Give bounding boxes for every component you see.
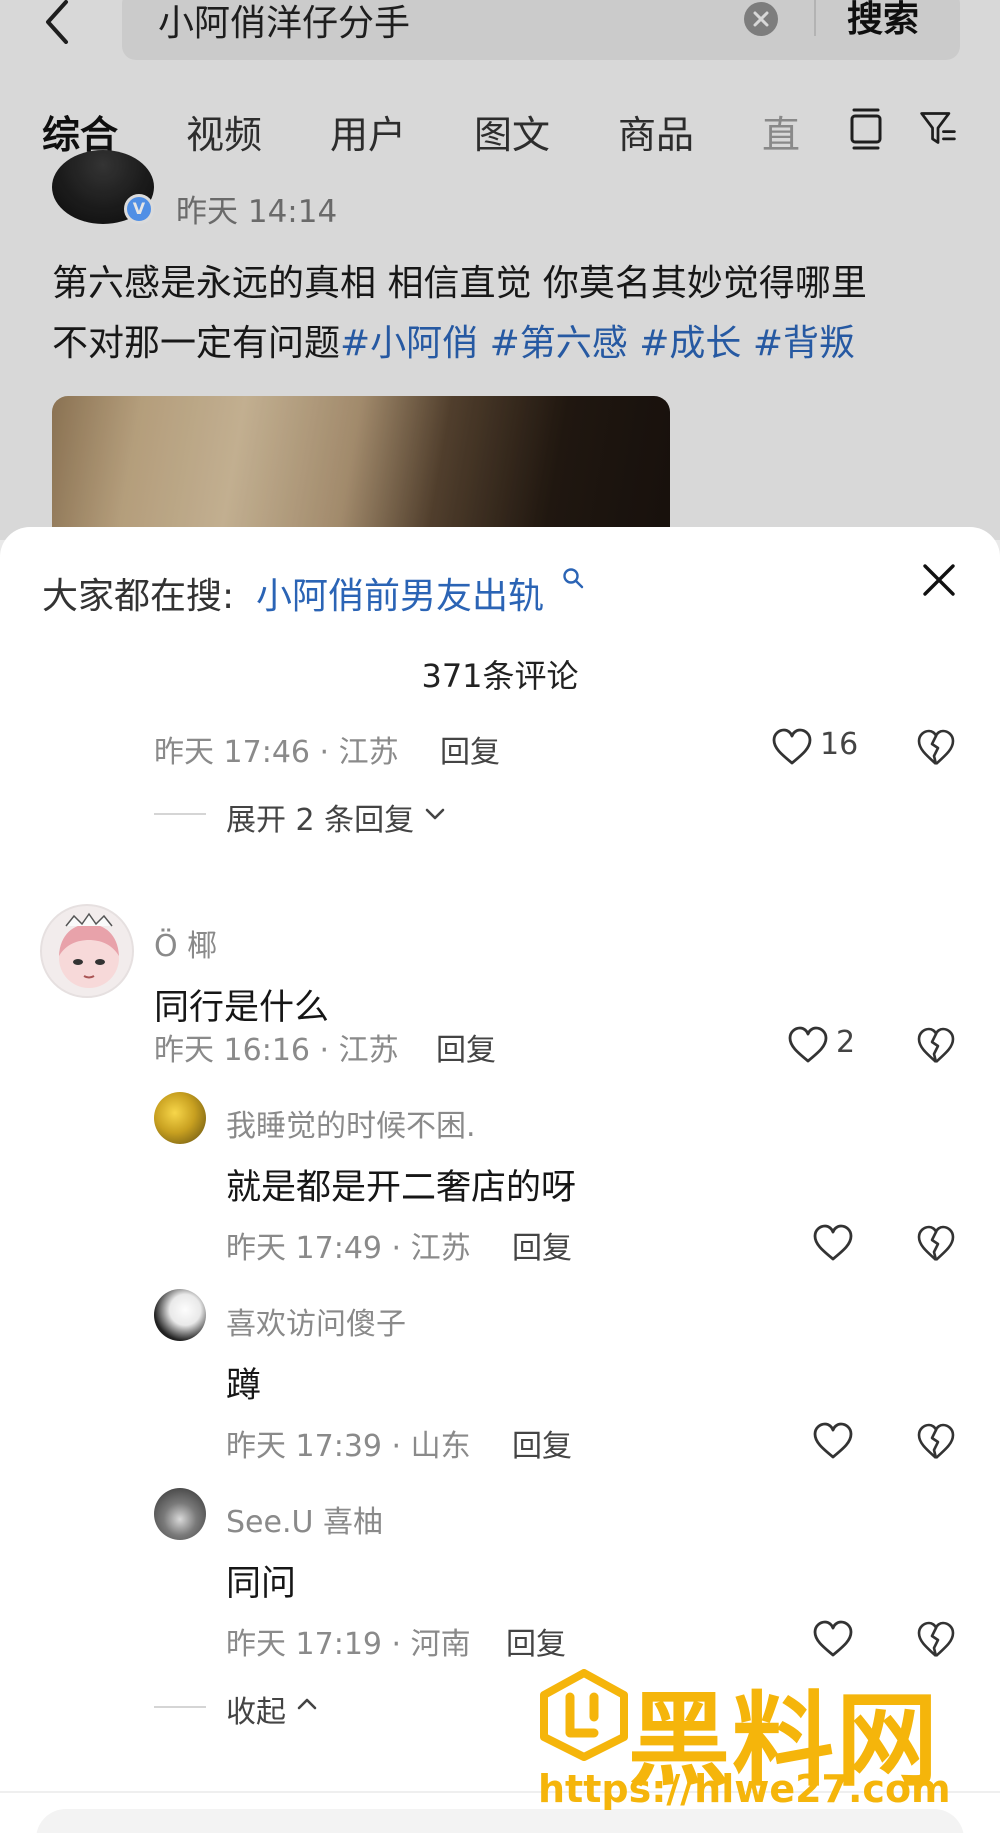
reply-button[interactable]: 回复 [436, 1025, 496, 1069]
avatar[interactable] [154, 1289, 206, 1341]
expand-divider [154, 813, 206, 815]
reply-content: 就是都是开二奢店的呀 [226, 1168, 577, 1208]
chevron-up-icon[interactable] [296, 1697, 318, 1711]
avatar[interactable] [154, 1092, 206, 1144]
reply-button[interactable]: 回复 [506, 1619, 566, 1663]
like-count: 2 [836, 1025, 856, 1060]
broken-heart-icon[interactable] [916, 729, 956, 767]
comment-meta: 昨天 17:46 · 江苏 [154, 735, 399, 770]
reply-content: 蹲 [226, 1366, 262, 1406]
trending-label: 大家都在搜: [42, 576, 235, 617]
reply-username[interactable]: 我睡觉的时候不困. [226, 1101, 476, 1145]
chevron-down-icon[interactable] [424, 807, 446, 821]
reply-button[interactable]: 回复 [440, 727, 500, 771]
broken-heart-icon[interactable] [916, 1621, 956, 1659]
close-icon[interactable] [922, 563, 956, 597]
avatar[interactable] [40, 904, 134, 998]
reply-meta: 昨天 17:49 · 江苏 [226, 1231, 471, 1266]
heart-icon[interactable] [812, 1620, 854, 1658]
comment-content: 同行是什么 [154, 988, 330, 1028]
like-count: 16 [820, 727, 859, 762]
broken-heart-icon[interactable] [916, 1423, 956, 1461]
comment-username[interactable]: Ö 椰 [154, 921, 217, 965]
broken-heart-icon[interactable] [916, 1027, 956, 1065]
heart-icon[interactable] [771, 728, 813, 766]
reply-button[interactable]: 回复 [512, 1223, 572, 1267]
collapse-replies-button[interactable]: 收起 [226, 1687, 286, 1731]
comment-input[interactable] [36, 1809, 964, 1833]
comment-count: 371条评论 [421, 657, 579, 695]
trending-search-link[interactable]: 小阿俏前男友出轨 [256, 567, 544, 619]
expand-replies-button[interactable]: 展开 2 条回复 [226, 795, 414, 839]
comment-sheet: 大家都在搜: 小阿俏前男友出轨 371条评论 昨天 17:46 · 江苏 回复 … [0, 527, 1000, 1833]
broken-heart-icon[interactable] [916, 1225, 956, 1263]
search-icon[interactable] [562, 567, 584, 589]
overlay-scrim[interactable] [0, 0, 1000, 540]
reply-meta: 昨天 17:19 · 河南 [226, 1627, 471, 1662]
reply-button[interactable]: 回复 [512, 1421, 572, 1465]
avatar[interactable] [154, 1488, 206, 1540]
reply-username[interactable]: 喜欢访问傻子 [226, 1299, 406, 1343]
watermark-url: https://hlwe27.com [538, 1767, 951, 1811]
heart-icon[interactable] [787, 1026, 829, 1064]
collapse-divider [154, 1706, 206, 1708]
reply-content: 同问 [226, 1564, 297, 1604]
reply-username[interactable]: See.U 喜柚 [226, 1497, 383, 1541]
watermark-logo-icon [540, 1669, 628, 1761]
heart-icon[interactable] [812, 1224, 854, 1262]
reply-meta: 昨天 17:39 · 山东 [226, 1429, 471, 1464]
heart-icon[interactable] [812, 1422, 854, 1460]
comment-meta: 昨天 16:16 · 江苏 [154, 1033, 399, 1068]
